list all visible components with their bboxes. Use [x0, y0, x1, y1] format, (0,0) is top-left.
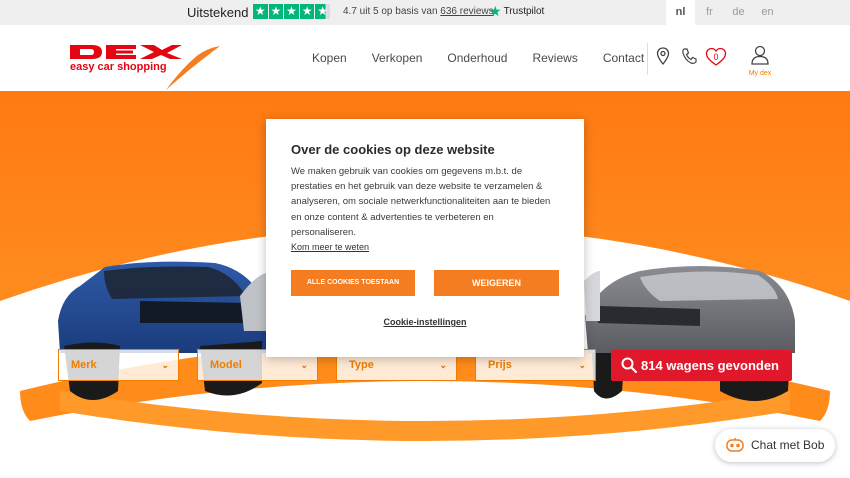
deny-cookies-button[interactable]: WEIGEREN [434, 270, 559, 296]
accept-all-cookies-button[interactable]: ALLE COOKIES TOESTAAN [291, 270, 415, 296]
cookie-more-link[interactable]: Kom meer te weten [291, 242, 369, 252]
cookie-overlay: Over de cookies op deze website We maken… [0, 0, 850, 478]
cookie-body: We maken gebruik van cookies om gegevens… [291, 166, 551, 238]
cookie-settings-link[interactable]: Cookie-instellingen [266, 317, 584, 327]
cookie-title: Over de cookies op deze website [291, 142, 495, 157]
cookie-dialog: Over de cookies op deze website We maken… [266, 119, 584, 357]
